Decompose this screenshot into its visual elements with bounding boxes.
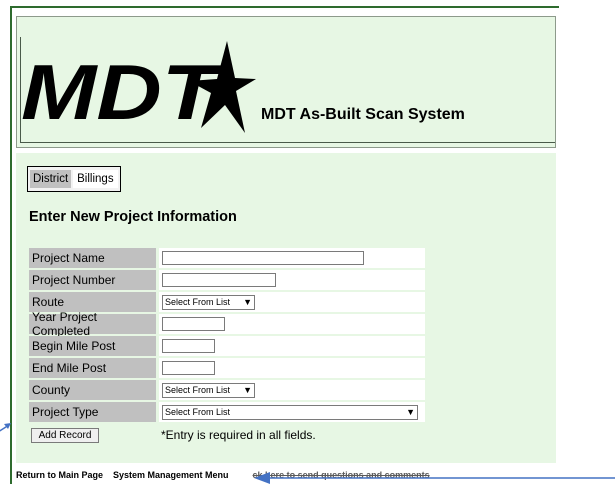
field-cell xyxy=(159,248,425,268)
mdt-logo: MDT xyxy=(21,41,256,135)
route-select[interactable]: Select From List ▼ xyxy=(162,294,255,310)
main-panel: District Billings Enter New Project Info… xyxy=(16,153,556,463)
form-row: Project Type Select From List ▼ xyxy=(29,401,425,423)
field-cell xyxy=(159,270,425,290)
annotation-arrow-icon xyxy=(254,472,615,484)
system-management-menu-link[interactable]: System Management Menu xyxy=(113,470,229,484)
field-label: Project Name xyxy=(29,248,156,268)
add-record-button[interactable]: Add Record xyxy=(31,427,99,443)
county-select[interactable]: Select From List ▼ xyxy=(162,382,255,398)
footer-spacer xyxy=(239,470,247,484)
begin-mile-post-input[interactable] xyxy=(162,339,215,353)
form-row: End Mile Post xyxy=(29,357,425,379)
project-type-select-value: Select From List xyxy=(165,407,231,417)
app-title: MDT As-Built Scan System xyxy=(261,106,465,123)
form-row: Begin Mile Post xyxy=(29,335,425,357)
form-actions: Add Record *Entry is required in all fie… xyxy=(29,425,425,445)
project-form: Project Name Project Number Route Select… xyxy=(29,247,425,445)
end-mile-post-input[interactable] xyxy=(162,361,215,375)
form-row: County Select From List ▼ xyxy=(29,379,425,401)
form-title: Enter New Project Information xyxy=(29,209,237,225)
project-name-input[interactable] xyxy=(162,251,364,265)
return-main-page-link[interactable]: Return to Main Page xyxy=(16,470,103,484)
chevron-down-icon: ▼ xyxy=(243,385,252,395)
district-indicator: District Billings xyxy=(27,166,121,192)
field-cell xyxy=(159,314,425,334)
field-cell: Select From List ▼ xyxy=(159,402,425,422)
required-note: *Entry is required in all fields. xyxy=(161,428,316,442)
field-cell xyxy=(159,336,425,356)
field-cell: Select From List ▼ xyxy=(159,292,425,312)
project-number-input[interactable] xyxy=(162,273,276,287)
frame-border-top xyxy=(10,6,559,8)
annotation-arrow-icon xyxy=(0,423,11,432)
form-row: Year Project Completed xyxy=(29,310,425,338)
district-value: Billings xyxy=(73,170,118,188)
route-select-value: Select From List xyxy=(165,297,231,307)
field-label: Project Type xyxy=(29,402,156,422)
chevron-down-icon: ▼ xyxy=(243,297,252,307)
field-label: End Mile Post xyxy=(29,358,156,378)
project-type-select[interactable]: Select From List ▼ xyxy=(162,404,418,420)
field-label: Project Number xyxy=(29,270,156,290)
form-row: Project Name xyxy=(29,247,425,269)
frame-border-left xyxy=(10,6,12,484)
field-label: Year Project Completed xyxy=(29,310,156,338)
field-label: County xyxy=(29,380,156,400)
district-label: District xyxy=(30,170,72,188)
form-row: Project Number xyxy=(29,269,425,291)
year-completed-input[interactable] xyxy=(162,317,225,331)
header-inner-line xyxy=(20,142,555,143)
field-cell xyxy=(159,358,425,378)
header-banner: MDT MDT As-Built Scan System xyxy=(16,16,556,148)
field-label: Begin Mile Post xyxy=(29,336,156,356)
county-select-value: Select From List xyxy=(165,385,231,395)
logo-text: MDT xyxy=(21,48,224,135)
chevron-down-icon: ▼ xyxy=(406,407,415,417)
field-label: Route xyxy=(29,292,156,312)
field-cell: Select From List ▼ xyxy=(159,380,425,400)
